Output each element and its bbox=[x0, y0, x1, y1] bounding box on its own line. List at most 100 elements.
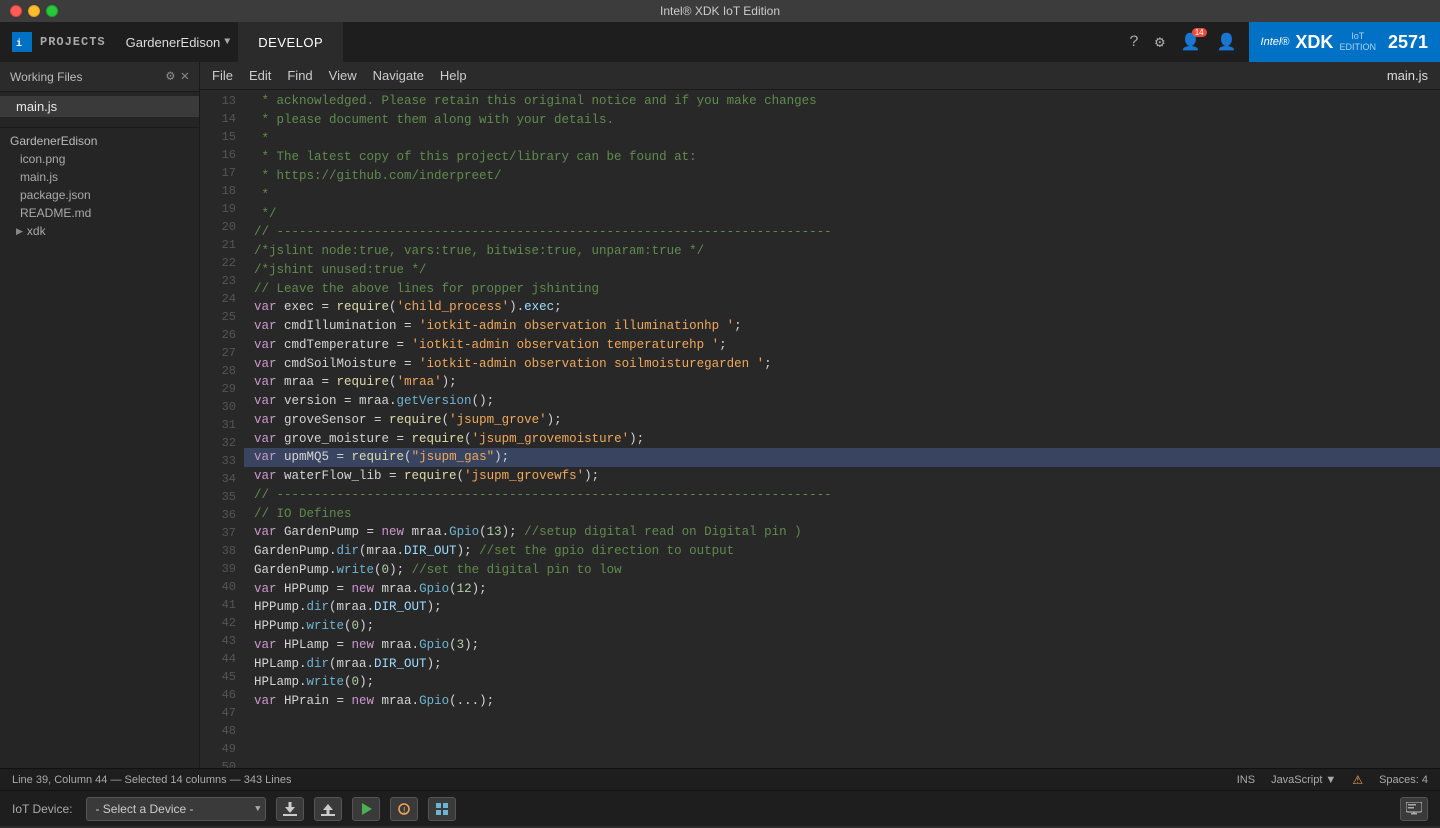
intel-badge: Intel® XDK IoTEDITION 2571 bbox=[1249, 22, 1440, 62]
code-line-48: HPPump.dir(mraa.DIR_OUT); bbox=[244, 598, 1440, 617]
debug-button[interactable]: ! bbox=[390, 797, 418, 821]
sidebar-close-icon[interactable]: ✕ bbox=[181, 68, 189, 85]
statusbar-language-label: JavaScript bbox=[1271, 774, 1322, 786]
code-line-17: * https://github.com/inderpreet/ bbox=[244, 167, 1440, 186]
code-line-23: /*jshint unused:true */ bbox=[244, 261, 1440, 280]
code-line-18: * bbox=[244, 186, 1440, 205]
sidebar-file-icon-png[interactable]: icon.png bbox=[10, 150, 189, 168]
code-line-51: var HPLamp = new mraa.Gpio(3); bbox=[244, 636, 1440, 655]
folder-triangle-icon: ▶ bbox=[16, 226, 23, 237]
editor-filename: main.js bbox=[1387, 68, 1428, 83]
main-content: Working Files ⚙ ✕ main.js GardenerEdison… bbox=[0, 62, 1440, 768]
intel-badge-num: 2571 bbox=[1388, 32, 1428, 53]
download-button[interactable] bbox=[276, 797, 304, 821]
iot-device-label: IoT Device: bbox=[12, 802, 72, 816]
code-line-19: */ bbox=[244, 205, 1440, 224]
intel-badge-xdk: XDK bbox=[1295, 32, 1333, 53]
code-editor[interactable]: 131415 161718 192021 222324 252627 28293… bbox=[200, 90, 1440, 768]
sidebar-settings-icon[interactable]: ⚙ bbox=[166, 68, 174, 85]
code-line-44: GardenPump.dir(mraa.DIR_OUT); //set the … bbox=[244, 542, 1440, 561]
user-icon[interactable]: 👤 bbox=[1217, 32, 1237, 52]
intel-badge-iot: IoTEDITION bbox=[1339, 31, 1376, 53]
code-line-37: var grove_moisture = require('jsupm_grov… bbox=[244, 430, 1440, 449]
menu-view[interactable]: View bbox=[329, 68, 357, 83]
code-line-42: // IO Defines bbox=[244, 505, 1440, 524]
topnav-left: i PROJECTS GardenerEdison ▼ DEVELOP bbox=[0, 22, 343, 62]
code-line-43: var GardenPump = new mraa.Gpio(13); //se… bbox=[244, 523, 1440, 542]
device-select[interactable]: - Select a Device - bbox=[86, 797, 266, 821]
projects-area: i PROJECTS bbox=[0, 22, 118, 62]
sidebar-project-section: GardenerEdison icon.png main.js package.… bbox=[0, 127, 199, 244]
menu-navigate[interactable]: Navigate bbox=[373, 68, 424, 83]
code-line-15: * bbox=[244, 130, 1440, 149]
statusbar: Line 39, Column 44 — Selected 14 columns… bbox=[0, 768, 1440, 790]
statusbar-warning-icon: ⚠ bbox=[1352, 773, 1363, 787]
code-line-22: /*jslint node:true, vars:true, bitwise:t… bbox=[244, 242, 1440, 261]
code-line-53: HPLamp.write(0); bbox=[244, 673, 1440, 692]
statusbar-language: JavaScript ▼ bbox=[1271, 774, 1336, 786]
notification-badge: 14 bbox=[1192, 28, 1207, 37]
code-line-45: GardenPump.write(0); //set the digital p… bbox=[244, 561, 1440, 580]
intel-badge-intel: Intel® bbox=[1261, 36, 1290, 48]
sidebar: Working Files ⚙ ✕ main.js GardenerEdison… bbox=[0, 62, 200, 768]
project-dropdown-icon[interactable]: ▼ bbox=[224, 37, 230, 48]
menu-file[interactable]: File bbox=[212, 68, 233, 83]
device-select-wrapper: - Select a Device - bbox=[86, 797, 266, 821]
statusbar-ins: INS bbox=[1237, 774, 1255, 786]
code-line-52: HPLamp.dir(mraa.DIR_OUT); bbox=[244, 655, 1440, 674]
maximize-button[interactable] bbox=[46, 5, 58, 17]
sidebar-file-readme[interactable]: README.md bbox=[10, 204, 189, 222]
bottom-right bbox=[1400, 797, 1428, 821]
project-name-area[interactable]: GardenerEdison ▼ bbox=[118, 35, 239, 50]
bottombar: IoT Device: - Select a Device - ! bbox=[0, 790, 1440, 826]
code-line-28: var cmdIllumination = 'iotkit-admin obse… bbox=[244, 317, 1440, 336]
code-line-13: * acknowledged. Please retain this origi… bbox=[244, 92, 1440, 111]
sidebar-file-package-json[interactable]: package.json bbox=[10, 186, 189, 204]
topnav-icons: ? ⚙ 👤 14 👤 bbox=[1117, 32, 1248, 52]
help-icon[interactable]: ? bbox=[1129, 33, 1139, 51]
line-numbers: 131415 161718 192021 222324 252627 28293… bbox=[200, 90, 244, 768]
minimize-button[interactable] bbox=[28, 5, 40, 17]
code-line-29: var cmdTemperature = 'iotkit-admin obser… bbox=[244, 336, 1440, 355]
code-line-55: var HPrain = new mraa.Gpio(...); bbox=[244, 692, 1440, 711]
code-line-47: var HPPump = new mraa.Gpio(12); bbox=[244, 580, 1440, 599]
statusbar-language-arrow[interactable]: ▼ bbox=[1325, 774, 1336, 786]
develop-tab[interactable]: DEVELOP bbox=[238, 22, 343, 62]
working-files-label: Working Files bbox=[10, 70, 82, 84]
window-controls bbox=[10, 5, 58, 17]
code-line-39: var waterFlow_lib = require('jsupm_grove… bbox=[244, 467, 1440, 486]
menu-edit[interactable]: Edit bbox=[249, 68, 271, 83]
menu-find[interactable]: Find bbox=[287, 68, 312, 83]
code-content[interactable]: * acknowledged. Please retain this origi… bbox=[244, 90, 1440, 768]
code-line-24: // Leave the above lines for propper jsh… bbox=[244, 280, 1440, 299]
code-line-14: * please document them along with your d… bbox=[244, 111, 1440, 130]
sidebar-file-main-js-project[interactable]: main.js bbox=[10, 168, 189, 186]
sidebar-file-list: main.js bbox=[0, 92, 199, 121]
topnav: i PROJECTS GardenerEdison ▼ DEVELOP ? ⚙ … bbox=[0, 22, 1440, 62]
run-button[interactable] bbox=[352, 797, 380, 821]
svg-text:i: i bbox=[16, 38, 22, 50]
window-title: Intel® XDK IoT Edition bbox=[660, 4, 780, 18]
statusbar-position: Line 39, Column 44 — Selected 14 columns… bbox=[12, 774, 291, 786]
build-button[interactable] bbox=[428, 797, 456, 821]
statusbar-right: INS JavaScript ▼ ⚠ Spaces: 4 bbox=[1237, 773, 1428, 787]
sidebar-folder-xdk[interactable]: ▶ xdk bbox=[10, 222, 189, 240]
upload-button[interactable] bbox=[314, 797, 342, 821]
code-line-49: HPPump.write(0); bbox=[244, 617, 1440, 636]
sidebar-header-icons: ⚙ ✕ bbox=[166, 68, 189, 85]
code-line-41: // -------------------------------------… bbox=[244, 486, 1440, 505]
notifications-icon[interactable]: 👤 14 bbox=[1181, 32, 1201, 52]
close-button[interactable] bbox=[10, 5, 22, 17]
code-line-33: var mraa = require('mraa'); bbox=[244, 373, 1440, 392]
sidebar-file-main-js[interactable]: main.js bbox=[0, 96, 199, 117]
serial-monitor-button[interactable] bbox=[1400, 797, 1428, 821]
editor-menu-items: File Edit Find View Navigate Help bbox=[212, 68, 467, 83]
code-line-27: var exec = require('child_process').exec… bbox=[244, 298, 1440, 317]
settings-icon[interactable]: ⚙ bbox=[1155, 32, 1165, 52]
menu-help[interactable]: Help bbox=[440, 68, 467, 83]
code-line-38: var upmMQ5 = require("jsupm_gas"); bbox=[244, 448, 1440, 467]
projects-label: PROJECTS bbox=[40, 35, 106, 49]
topnav-right: ? ⚙ 👤 14 👤 Intel® XDK IoTEDITION 2571 bbox=[1117, 22, 1440, 62]
code-line-36: var groveSensor = require('jsupm_grove')… bbox=[244, 411, 1440, 430]
editor-area: File Edit Find View Navigate Help main.j… bbox=[200, 62, 1440, 768]
